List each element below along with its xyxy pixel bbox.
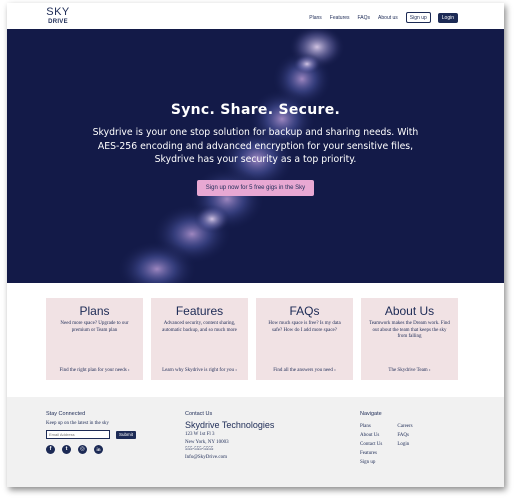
instagram-icon[interactable]: ◎ bbox=[78, 445, 87, 454]
footer-link-sign-up[interactable]: Sign up bbox=[360, 458, 382, 467]
newsletter-subtext: Keep up on the latest in the sky bbox=[46, 421, 109, 426]
newsletter-form: Submit bbox=[46, 430, 137, 439]
hero-section: Sync. Share. Secure. Skydrive is your on… bbox=[7, 29, 504, 283]
footer-link-about-us[interactable]: About Us bbox=[360, 431, 382, 440]
address-line: New York, NY 10003 bbox=[185, 439, 229, 445]
social-links: f t ◎ in bbox=[46, 445, 136, 454]
contact-email[interactable]: Info@SkyDrive.com bbox=[185, 454, 274, 462]
card-link-faqs[interactable]: Find all the answers you need › bbox=[256, 368, 353, 373]
email-field[interactable] bbox=[46, 430, 110, 439]
card-faqs: FAQs How much space is free? Is my data … bbox=[256, 298, 353, 380]
footer-link-login[interactable]: Login bbox=[397, 440, 412, 449]
site-header: SKY DRIVE Plans Features FAQs About us S… bbox=[7, 3, 504, 29]
site-footer: Stay Connected Keep up on the latest in … bbox=[7, 397, 504, 487]
facebook-icon[interactable]: f bbox=[46, 445, 55, 454]
newsletter-submit-button[interactable]: Submit bbox=[116, 430, 137, 439]
card-title: Plans bbox=[79, 304, 110, 318]
signup-button[interactable]: Sign up bbox=[405, 12, 431, 23]
login-button[interactable]: Login bbox=[437, 12, 458, 23]
linkedin-icon[interactable]: in bbox=[94, 445, 103, 454]
page: SKY DRIVE Plans Features FAQs About us S… bbox=[7, 3, 504, 487]
hero-content: Sync. Share. Secure. Skydrive is your on… bbox=[7, 102, 504, 196]
card-title: FAQs bbox=[289, 304, 320, 318]
logo-text-bottom: DRIVE bbox=[48, 19, 68, 25]
card-description: Need more space? Upgrade to our premium … bbox=[60, 321, 129, 333]
logo-text-top: SKY bbox=[46, 6, 70, 18]
card-link-features[interactable]: Learn why Skydrive is right for you › bbox=[151, 368, 248, 373]
footer-link-careers[interactable]: Careers bbox=[397, 422, 412, 431]
company-name: Skydrive Technologies bbox=[185, 420, 275, 430]
footer-link-faqs[interactable]: FAQs bbox=[397, 431, 412, 440]
nav-link-about-us[interactable]: About us bbox=[378, 15, 398, 21]
hero-description: Skydrive is your one stop solution for b… bbox=[92, 127, 419, 165]
card-plans: Plans Need more space? Upgrade to our pr… bbox=[46, 298, 143, 380]
card-features: Features Advanced security, content shar… bbox=[151, 298, 248, 380]
card-title: About Us bbox=[384, 304, 435, 318]
card-description: Teamwork makes the Dream work. Find out … bbox=[369, 321, 450, 339]
footer-heading: Contact Us bbox=[185, 411, 213, 417]
footer-navigate: Navigate Plans About Us Contact Us Featu… bbox=[360, 411, 428, 467]
hero-title: Sync. Share. Secure. bbox=[170, 102, 341, 118]
feature-cards: Plans Need more space? Upgrade to our pr… bbox=[46, 298, 458, 380]
footer-heading: Navigate bbox=[360, 411, 382, 417]
footer-link-plans[interactable]: Plans bbox=[360, 422, 382, 431]
phone-number: 555-555-5555 bbox=[185, 447, 214, 452]
card-title: Features bbox=[175, 304, 224, 318]
nav-link-features[interactable]: Features bbox=[330, 15, 350, 21]
main-nav: Plans Features FAQs About us Sign up Log… bbox=[301, 12, 458, 23]
footer-nav-column: Plans About Us Contact Us Features Sign … bbox=[360, 422, 382, 467]
nav-link-plans[interactable]: Plans bbox=[309, 15, 322, 21]
footer-link-contact-us[interactable]: Contact Us bbox=[360, 440, 382, 449]
twitter-icon[interactable]: t bbox=[62, 445, 71, 454]
skydrive-logo[interactable]: SKY DRIVE bbox=[45, 6, 71, 26]
nav-link-faqs[interactable]: FAQs bbox=[358, 15, 371, 21]
footer-nav-column: Careers FAQs Login bbox=[397, 422, 412, 467]
card-description: Advanced security, content sharing, auto… bbox=[162, 321, 237, 333]
footer-stay-connected: Stay Connected Keep up on the latest in … bbox=[46, 411, 137, 454]
card-link-plans[interactable]: Find the right plan for your needs › bbox=[46, 368, 143, 373]
card-link-team[interactable]: The Skydrive Team › bbox=[361, 368, 458, 373]
footer-heading: Stay Connected bbox=[46, 411, 86, 417]
address-line: 123 W 1st Fl 3 bbox=[185, 432, 215, 437]
footer-nav-columns: Plans About Us Contact Us Features Sign … bbox=[360, 422, 428, 467]
footer-link-features[interactable]: Features bbox=[360, 449, 382, 458]
card-description: How much space is free? Is my data safe?… bbox=[268, 321, 341, 333]
free-signup-cta-button[interactable]: Sign up now for 5 free gigs in the Sky bbox=[196, 179, 315, 196]
card-about-us: About Us Teamwork makes the Dream work. … bbox=[361, 298, 458, 380]
footer-contact: Contact Us Skydrive Technologies 123 W 1… bbox=[185, 411, 274, 461]
